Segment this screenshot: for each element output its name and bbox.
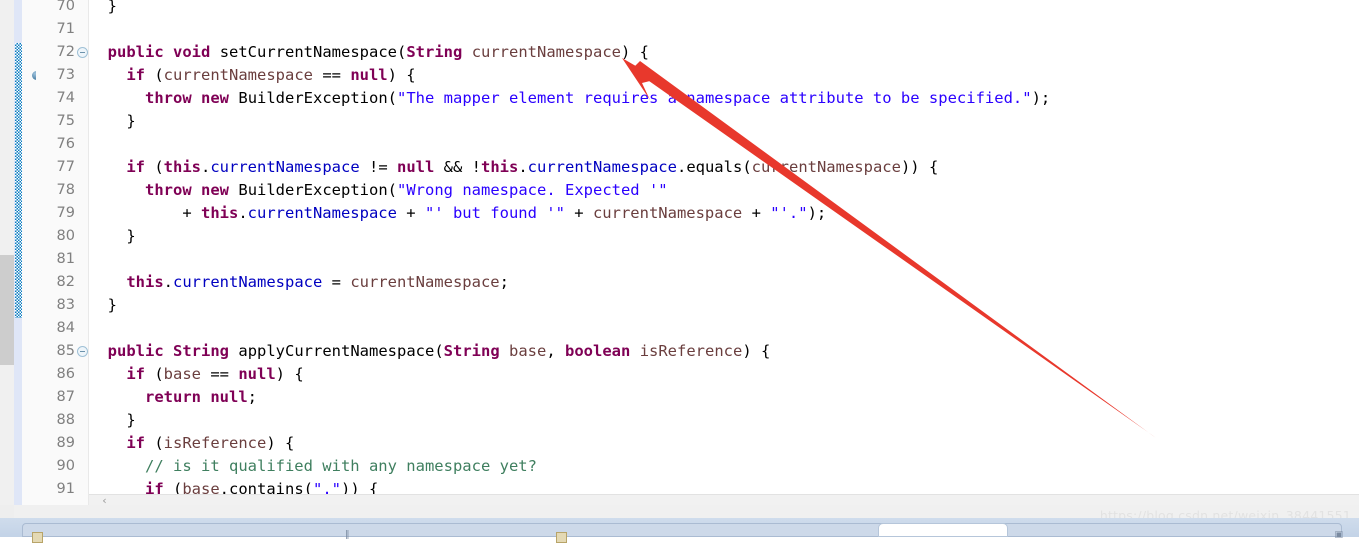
- line-number-ruler: 70 71 72 73 74 75 76 77 78 79 80 81 82 83 84 85 86 87 88 89…: [36, 0, 89, 505]
- code-line[interactable]: public String applyCurrentNamespace(Stri…: [89, 340, 771, 363]
- code-area[interactable]: } public void setCurrentNamespace(String…: [89, 0, 1359, 494]
- java-source-editor[interactable]: 70 71 72 73 74 75 76 77 78 79 80 81 82 83 84 85 86 87 88 89…: [14, 0, 1359, 506]
- taskbar-active-window[interactable]: [878, 523, 1008, 537]
- line-number: 89: [56, 435, 75, 451]
- line-number: 77: [56, 159, 75, 175]
- code-line[interactable]: }: [89, 0, 117, 18]
- line-number: 84: [56, 320, 75, 336]
- code-line[interactable]: if (base.contains(".")) {: [89, 478, 378, 494]
- line-number: 79: [56, 205, 75, 221]
- taskbar-panel[interactable]: [22, 523, 1342, 537]
- fold-collapse-icon[interactable]: [77, 47, 88, 58]
- line-number: 70: [56, 0, 75, 14]
- code-line[interactable]: public void setCurrentNamespace(String c…: [89, 41, 649, 64]
- line-number: 80: [56, 228, 75, 244]
- code-line[interactable]: }: [89, 294, 117, 317]
- taskbar-icon-1[interactable]: [32, 532, 43, 543]
- line-number: 91: [56, 481, 75, 497]
- taskbar-icon-2[interactable]: [556, 532, 567, 543]
- fold-collapse-icon[interactable]: [77, 346, 88, 357]
- adjacent-panel-scrollbar-thumb[interactable]: [0, 255, 14, 365]
- line-number: 75: [56, 113, 75, 129]
- line-number: 81: [56, 251, 75, 267]
- code-line[interactable]: + this.currentNamespace + "' but found '…: [89, 202, 826, 225]
- code-line[interactable]: return null;: [89, 386, 257, 409]
- adjacent-panel-scrollbar-track[interactable]: [0, 0, 14, 505]
- change-ruler: [14, 0, 22, 505]
- code-line[interactable]: if (isReference) {: [89, 432, 294, 455]
- line-number: 88: [56, 412, 75, 428]
- code-line[interactable]: this.currentNamespace = currentNamespace…: [89, 271, 509, 294]
- code-line[interactable]: if (currentNamespace == null) {: [89, 64, 415, 87]
- taskbar-glyph-center[interactable]: ‖: [345, 531, 350, 540]
- line-number: 90: [56, 458, 75, 474]
- line-number: 72: [56, 44, 75, 60]
- line-number: 85: [56, 343, 75, 359]
- line-number: 87: [56, 389, 75, 405]
- line-number: 74: [56, 90, 75, 106]
- code-line[interactable]: }: [89, 110, 135, 133]
- line-number: 73: [56, 67, 75, 83]
- changed-lines-indicator: [15, 43, 22, 318]
- line-number: 76: [56, 136, 75, 152]
- code-line[interactable]: }: [89, 225, 135, 248]
- code-line[interactable]: }: [89, 409, 135, 432]
- code-line[interactable]: if (this.currentNamespace != null && !th…: [89, 156, 938, 179]
- line-number: 71: [56, 21, 75, 37]
- line-number: 82: [56, 274, 75, 290]
- code-line[interactable]: throw new BuilderException("Wrong namesp…: [89, 179, 668, 202]
- code-line[interactable]: if (base == null) {: [89, 363, 303, 386]
- line-number: 83: [56, 297, 75, 313]
- line-number: 86: [56, 366, 75, 382]
- line-number: 78: [56, 182, 75, 198]
- screen: 70 71 72 73 74 75 76 77 78 79 80 81 82 83 84 85 86 87 88 89…: [0, 0, 1359, 543]
- taskbar-glyph-right[interactable]: ▣: [1334, 531, 1343, 540]
- code-line[interactable]: throw new BuilderException("The mapper e…: [89, 87, 1050, 110]
- code-line[interactable]: // is it qualified with any namespace ye…: [89, 455, 537, 478]
